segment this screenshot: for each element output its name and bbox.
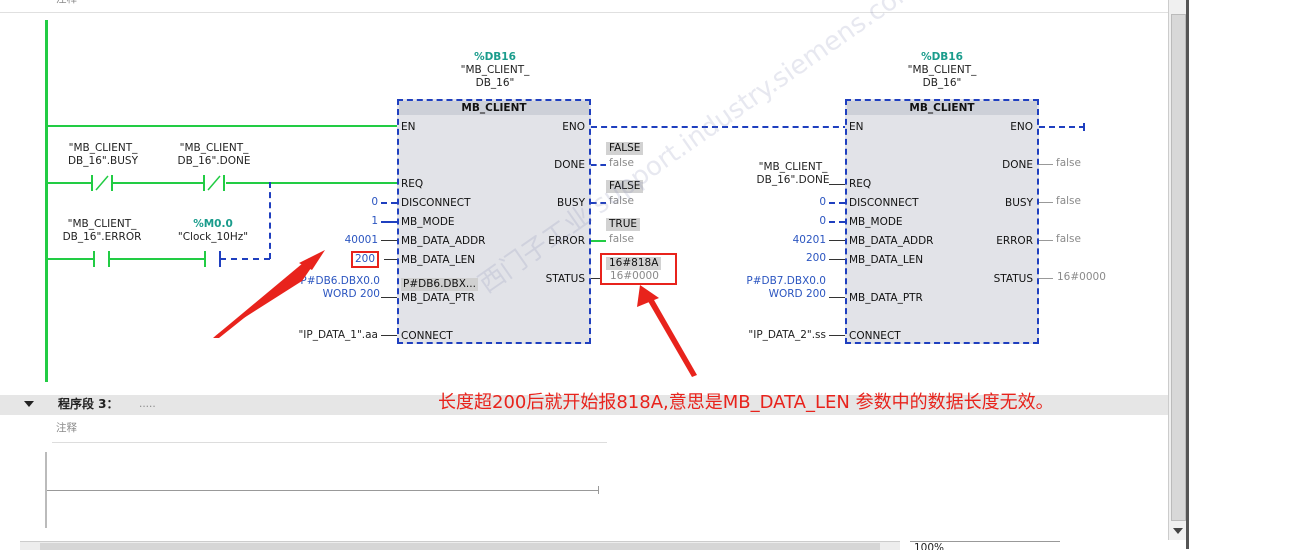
scroll-down-arrow-icon[interactable] xyxy=(1173,528,1183,534)
network3-comment: 注释 xyxy=(56,422,77,434)
network3-rung-end xyxy=(598,486,599,494)
scrollbar-thumb[interactable] xyxy=(1171,14,1186,521)
network3-empty-rung[interactable] xyxy=(47,490,599,491)
vertical-scrollbar[interactable] xyxy=(1168,0,1187,540)
network3-comment-row[interactable]: 注释 xyxy=(52,418,607,443)
network3-label: 程序段 3： xyxy=(58,397,119,411)
window-right-border xyxy=(1186,0,1189,549)
annotation-arrows xyxy=(213,250,697,377)
arrow-to-status-body xyxy=(645,293,697,377)
annotation-text: 长度超200后就开始报818A,意思是MB_DATA_LEN 参数中的数据长度无… xyxy=(438,392,1054,413)
network3-collapse-icon[interactable] xyxy=(24,401,34,407)
network3-title-placeholder[interactable]: ..... xyxy=(139,398,156,411)
arrow-to-len-body xyxy=(213,258,314,338)
